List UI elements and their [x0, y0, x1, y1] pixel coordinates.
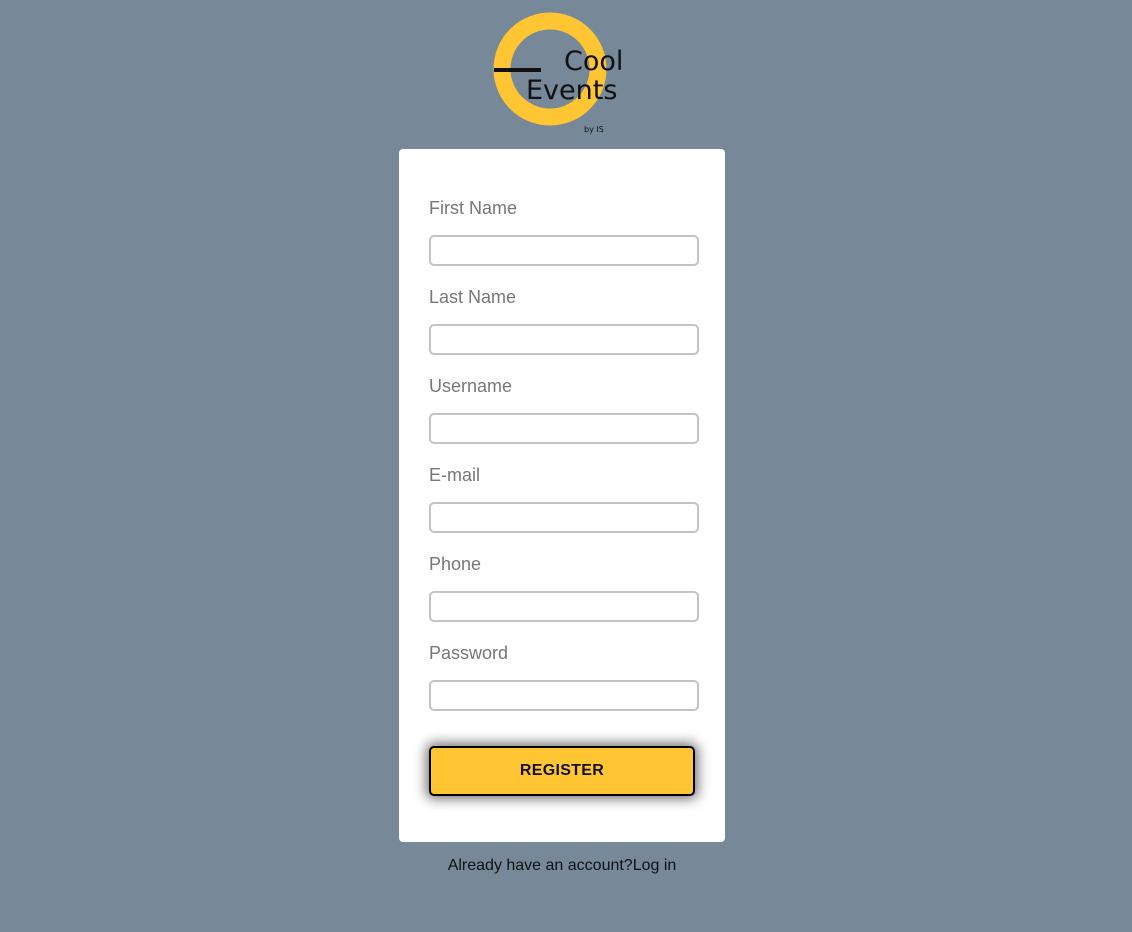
register-button[interactable]: REGISTER	[429, 746, 695, 796]
username-input[interactable]	[429, 413, 699, 444]
logo-dash	[494, 68, 541, 72]
phone-label: Phone	[429, 554, 482, 574]
logo-byline: by IS	[584, 125, 604, 134]
first-name-field: First Name	[429, 197, 699, 266]
register-form: First Name Last Name Username E-mail Pho…	[429, 197, 699, 796]
username-field: Username	[429, 375, 699, 444]
login-link[interactable]: Log in	[633, 857, 677, 874]
password-field: Password	[429, 642, 699, 711]
phone-field: Phone	[429, 553, 699, 622]
password-label: Password	[429, 643, 509, 663]
cool-events-logo: Cool Events by IS	[488, 8, 638, 138]
register-card: First Name Last Name Username E-mail Pho…	[399, 149, 725, 842]
login-prompt-text: Already have an account?	[447, 857, 633, 874]
logo-text-events: Events	[526, 75, 617, 106]
last-name-label: Last Name	[429, 287, 517, 307]
password-input[interactable]	[429, 680, 699, 711]
first-name-input[interactable]	[429, 235, 699, 266]
logo-text-cool: Cool	[564, 46, 623, 77]
first-name-label: First Name	[429, 198, 518, 218]
email-input[interactable]	[429, 502, 699, 533]
phone-input[interactable]	[429, 591, 699, 622]
last-name-field: Last Name	[429, 286, 699, 355]
last-name-input[interactable]	[429, 324, 699, 355]
username-label: Username	[429, 376, 513, 396]
email-field: E-mail	[429, 464, 699, 533]
login-prompt: Already have an account?Log in	[0, 856, 1124, 876]
email-label: E-mail	[429, 465, 481, 485]
